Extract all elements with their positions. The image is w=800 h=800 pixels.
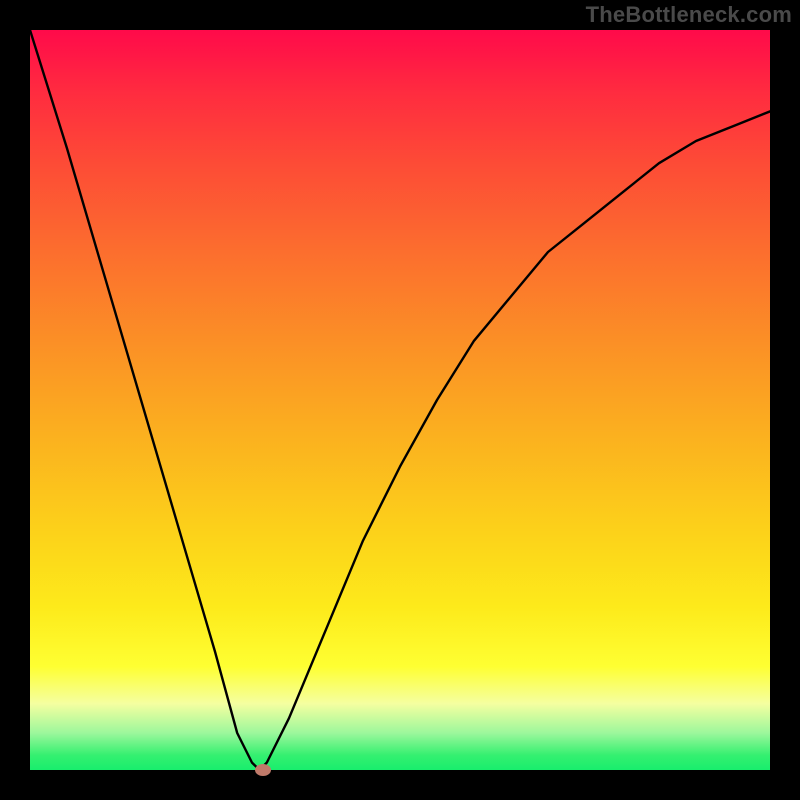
plot-area xyxy=(30,30,770,770)
curve-path xyxy=(30,30,770,770)
chart-container: TheBottleneck.com xyxy=(0,0,800,800)
watermark-text: TheBottleneck.com xyxy=(586,2,792,28)
notch-marker-icon xyxy=(255,764,271,776)
bottleneck-curve xyxy=(30,30,770,770)
